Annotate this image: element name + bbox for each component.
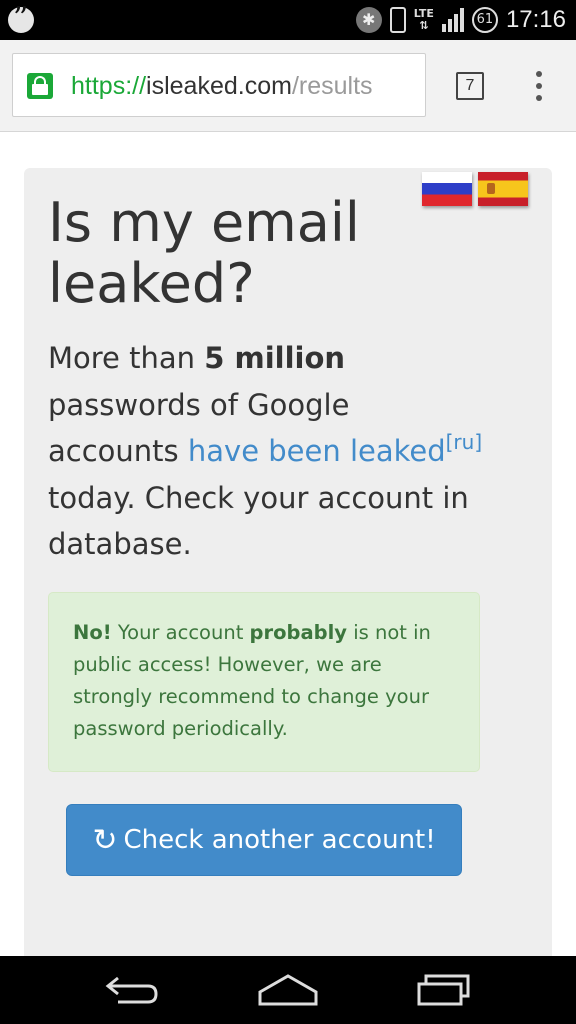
recents-icon[interactable] — [416, 970, 472, 1010]
signal-icon — [441, 8, 464, 32]
result-alert: No! Your account probably is not in publ… — [48, 592, 480, 772]
lock-icon — [27, 73, 53, 99]
url-scheme: https:// — [71, 72, 147, 100]
check-another-account-button[interactable]: ↻ Check another account! — [66, 804, 462, 876]
russian-flag-icon[interactable] — [422, 172, 472, 206]
browser-toolbar: https://isleaked.com/results 7 — [0, 40, 576, 132]
leak-count: 5 million — [204, 341, 346, 375]
language-flags — [422, 172, 528, 206]
status-icons: ✱ LTE ⇅ 61 17:16 — [355, 0, 566, 40]
leaked-link[interactable]: have been leaked — [188, 434, 446, 468]
address-bar[interactable]: https://isleaked.com/results — [12, 53, 426, 117]
bluetooth-icon: ✱ — [355, 7, 382, 33]
hangouts-icon — [8, 1, 34, 36]
url-path: /results — [291, 72, 373, 100]
tab-switcher-button[interactable]: 7 — [456, 72, 484, 100]
url-text[interactable]: https://isleaked.com/results — [71, 54, 373, 116]
battery-icon: 61 — [471, 7, 498, 33]
page-title: Is my email leaked? — [48, 191, 360, 315]
overflow-menu-icon[interactable] — [528, 68, 550, 104]
back-icon[interactable] — [104, 970, 160, 1010]
url-domain: isleaked.com — [146, 72, 292, 100]
lead-paragraph: More than 5 million passwords of Google … — [48, 341, 483, 561]
home-icon[interactable] — [256, 970, 320, 1010]
spanish-flag-icon[interactable] — [478, 172, 528, 206]
vibrate-icon — [389, 7, 406, 33]
clock: 17:16 — [505, 6, 566, 33]
web-page: Is my email leaked? More than 5 million … — [0, 132, 576, 956]
refresh-icon: ↻ — [92, 823, 118, 858]
status-bar: ✱ LTE⇅ 61 17:16 — [0, 0, 576, 40]
ru-source-link[interactable]: [ru] — [446, 432, 483, 468]
navigation-bar — [0, 956, 576, 1024]
lte-icon: LTE ⇅ — [413, 7, 434, 32]
